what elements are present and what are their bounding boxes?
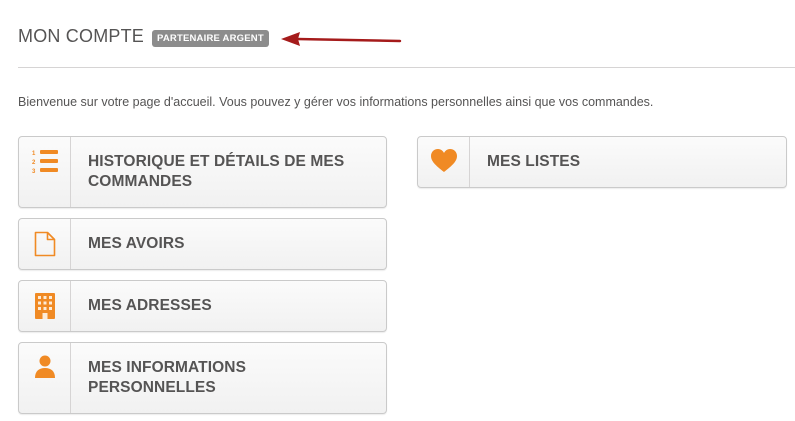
order-history-label: HISTORIQUE ET DÉTAILS DE MES COMMANDES (88, 153, 345, 190)
tile-label: HISTORIQUE ET DÉTAILS DE MES COMMANDES (71, 137, 386, 207)
tile-label: MES ADRESSES (71, 281, 386, 331)
svg-text:3: 3 (32, 169, 36, 175)
wishlists-label: MES LISTES (487, 153, 581, 170)
status-badge: PARTENAIRE ARGENT (152, 30, 269, 47)
page-title: MON COMPTE (18, 26, 144, 46)
tile-label: MES LISTES (470, 137, 786, 187)
page-heading: MON COMPTE PARTENAIRE ARGENT (18, 26, 269, 47)
tile-icon-cell (19, 343, 71, 413)
svg-text:2: 2 (32, 160, 36, 166)
tile-label: MES AVOIRS (71, 219, 386, 269)
credit-slips-button[interactable]: MES AVOIRS (18, 218, 387, 270)
personal-info-label: MES INFORMATIONS PERSONNELLES (88, 359, 247, 396)
credit-slips-label: MES AVOIRS (88, 235, 185, 252)
addresses-button[interactable]: MES ADRESSES (18, 280, 387, 332)
ordered-list-icon: 1 2 3 (32, 150, 58, 175)
annotation-arrow-icon (281, 32, 402, 46)
tile-icon-cell: 1 2 3 (19, 137, 71, 207)
tile-icon-cell (418, 137, 470, 187)
user-icon (34, 355, 55, 378)
heart-icon (430, 149, 457, 172)
wishlists-button[interactable]: MES LISTES (417, 136, 787, 188)
tile-icon-cell (19, 281, 71, 331)
addresses-label: MES ADRESSES (88, 297, 212, 314)
personal-info-button[interactable]: MES INFORMATIONS PERSONNELLES (18, 342, 387, 414)
heading-divider (18, 67, 795, 68)
document-icon (34, 231, 55, 257)
order-history-button[interactable]: 1 2 3 HISTORIQUE ET DÉTAILS DE MES COMMA… (18, 136, 387, 208)
building-icon (34, 293, 55, 319)
intro-text: Bienvenue sur votre page d'accueil. Vous… (18, 95, 654, 109)
tile-icon-cell (19, 219, 71, 269)
svg-text:1: 1 (32, 151, 36, 157)
tile-label: MES INFORMATIONS PERSONNELLES (71, 343, 386, 413)
